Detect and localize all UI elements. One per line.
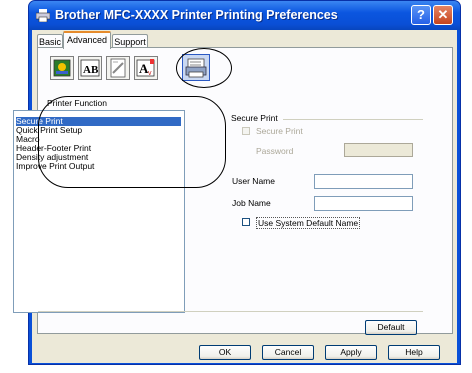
tab-advanced[interactable]: Advanced (63, 31, 111, 49)
printer-app-icon (36, 9, 50, 22)
cancel-button[interactable]: Cancel (262, 345, 314, 360)
secure-print-group-label: Secure Print (231, 113, 278, 123)
group-divider (283, 119, 423, 120)
tab-support[interactable]: Support (112, 34, 148, 48)
font-a-button[interactable]: A v (134, 56, 158, 80)
highlight-circle-list (38, 96, 226, 188)
color-page-button[interactable] (50, 56, 74, 80)
help-button[interactable]: Help (388, 345, 440, 360)
apply-button[interactable]: Apply (325, 345, 377, 360)
svg-text:v: v (148, 70, 152, 77)
secure-print-checkbox[interactable] (242, 127, 250, 135)
secure-print-checkbox-label: Secure Print (256, 126, 303, 136)
title-bar[interactable]: Brother MFC-XXXX Printer Printing Prefer… (29, 1, 460, 30)
job-name-field[interactable] (314, 196, 413, 211)
window-title: Brother MFC-XXXX Printer Printing Prefer… (55, 8, 338, 22)
password-field[interactable] (344, 143, 413, 157)
text-ab-button[interactable]: AB (78, 56, 102, 80)
svg-text:AB: AB (83, 64, 99, 76)
job-name-label: Job Name (232, 198, 271, 208)
text-ab-icon: AB (80, 59, 100, 77)
user-name-field[interactable] (314, 174, 413, 189)
color-page-icon (53, 59, 71, 77)
default-button[interactable]: Default (365, 320, 417, 335)
use-default-name-label: Use System Default Name (256, 217, 361, 229)
password-label: Password (256, 146, 294, 156)
help-title-button[interactable]: ? (411, 5, 431, 25)
tab-basic[interactable]: Basic (37, 34, 63, 48)
bottom-divider (38, 311, 423, 312)
ok-button[interactable]: OK (199, 345, 251, 360)
close-button[interactable]: ✕ (433, 5, 453, 25)
watermark-page-icon (110, 58, 126, 78)
font-a-icon: A v (136, 59, 155, 77)
user-name-label: User Name (232, 176, 275, 186)
use-default-name-checkbox[interactable] (242, 218, 250, 226)
watermark-page-button[interactable] (106, 56, 130, 80)
highlight-circle-toolbar (176, 48, 232, 88)
